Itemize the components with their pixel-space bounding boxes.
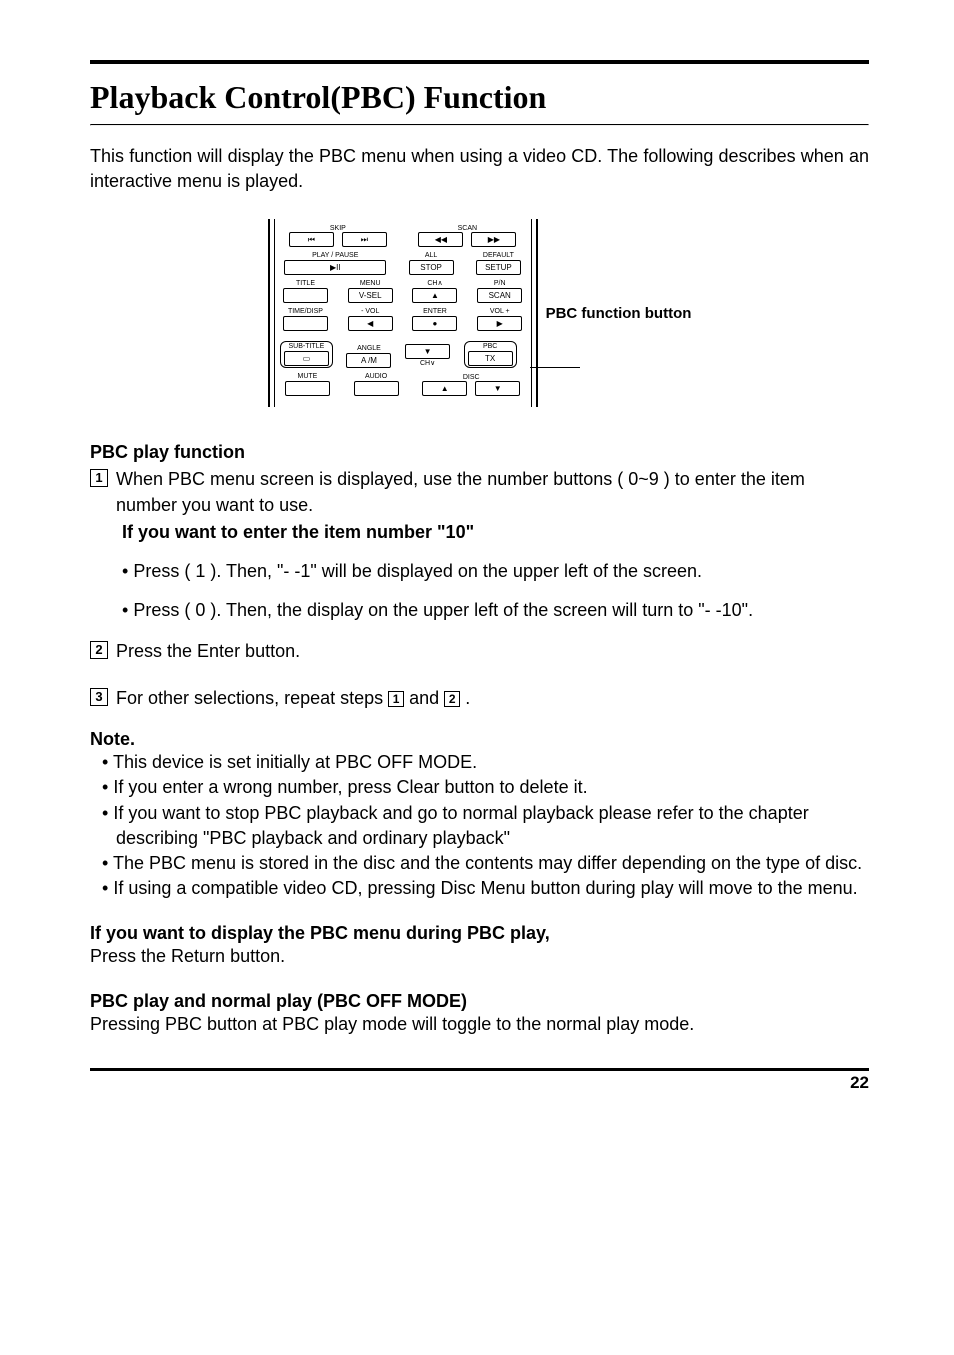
step-2: 2 Press the Enter button. <box>90 639 869 664</box>
audio-button <box>354 381 399 396</box>
subtitle-label: SUB-TITLE <box>288 343 324 350</box>
down-button: ▼ <box>405 344 450 359</box>
step-3-text: For other selections, repeat steps 1 and… <box>116 686 470 711</box>
page-title: Playback Control(PBC) Function <box>90 79 869 116</box>
enter-label: ENTER <box>423 308 447 315</box>
display-pbc-heading: If you want to display the PBC menu duri… <box>90 923 869 944</box>
stop-button: STOP <box>409 260 454 275</box>
up-button: ▲ <box>412 288 457 303</box>
right-button: ▶ <box>477 316 522 331</box>
disc-up-button: ▲ <box>422 381 467 396</box>
default-label: DEFAULT <box>483 252 514 259</box>
time-disp-button <box>283 316 328 331</box>
remote-body: SKIP ⏮ ⏭ SCAN ◀◀ ▶▶ PLAY / PAUSE ▶II AL <box>268 219 538 407</box>
note-list: This device is set initially at PBC OFF … <box>90 750 869 901</box>
title-button <box>283 288 328 303</box>
play-pause-label: PLAY / PAUSE <box>312 252 358 259</box>
step-3: 3 For other selections, repeat steps 1 a… <box>90 686 869 711</box>
disc-label: DISC <box>422 374 520 381</box>
mute-button <box>285 381 330 396</box>
step-1-text: When PBC menu screen is displayed, use t… <box>116 467 869 517</box>
enter-button: ● <box>412 316 457 331</box>
skip-prev-button: ⏮ <box>289 232 334 247</box>
pn-label: P/N <box>494 280 506 287</box>
ref-step-1: 1 <box>388 691 404 707</box>
step-1-bullet-2: Press ( 0 ). Then, the display on the up… <box>122 600 869 621</box>
note-item-1: This device is set initially at PBC OFF … <box>90 750 869 775</box>
scan-rev-button: ◀◀ <box>418 232 463 247</box>
step-1-bullet-1: Press ( 1 ). Then, "- -1" will be displa… <box>122 561 869 582</box>
setup-button: SETUP <box>476 260 521 275</box>
vsel-button: V-SEL <box>348 288 393 303</box>
footer-rule <box>90 1068 869 1071</box>
left-button: ◀ <box>348 316 393 331</box>
step-1-number: 1 <box>90 469 108 487</box>
time-disp-label: TIME/DISP <box>288 308 323 315</box>
audio-label: AUDIO <box>365 373 387 380</box>
am-button: A /M <box>346 353 391 368</box>
step-1-subheading: If you want to enter the item number "10… <box>122 522 869 543</box>
scan-group-label: SCAN <box>418 225 516 232</box>
step-2-text: Press the Enter button. <box>116 639 300 664</box>
step-3-number: 3 <box>90 688 108 706</box>
pbc-mode-heading: PBC play and normal play (PBC OFF MODE) <box>90 991 869 1012</box>
remote-diagram: SKIP ⏮ ⏭ SCAN ◀◀ ▶▶ PLAY / PAUSE ▶II AL <box>90 219 869 407</box>
vol-plus-label: VOL + <box>490 308 510 315</box>
ch-up-label: CH∧ <box>427 280 442 287</box>
note-item-4: The PBC menu is stored in the disc and t… <box>90 851 869 876</box>
display-pbc-text: Press the Return button. <box>90 944 869 969</box>
top-rule <box>90 60 869 64</box>
title-underline <box>90 124 869 126</box>
skip-group-label: SKIP <box>289 225 387 232</box>
vol-minus-label: - VOL <box>361 308 379 315</box>
skip-next-button: ⏭ <box>342 232 387 247</box>
scan-button: SCAN <box>477 288 522 303</box>
play-pause-button: ▶II <box>284 260 386 275</box>
step-1: 1 When PBC menu screen is displayed, use… <box>90 467 869 517</box>
angle-label: ANGLE <box>357 345 381 352</box>
tx-button: TX <box>468 351 513 366</box>
page-number: 22 <box>90 1073 869 1093</box>
scan-fwd-button: ▶▶ <box>471 232 516 247</box>
note-heading: Note. <box>90 729 869 750</box>
pbc-callout-label: PBC function button <box>546 305 692 322</box>
mute-label: MUTE <box>298 373 318 380</box>
intro-text: This function will display the PBC menu … <box>90 144 869 194</box>
note-item-5: If using a compatible video CD, pressing… <box>90 876 869 901</box>
ch-down-label: CH∨ <box>420 360 435 367</box>
ref-step-2: 2 <box>444 691 460 707</box>
pbc-label: PBC <box>483 343 497 350</box>
menu-label: MENU <box>360 280 381 287</box>
subtitle-button: ▭ <box>284 351 329 366</box>
pbc-mode-text: Pressing PBC button at PBC play mode wil… <box>90 1012 869 1037</box>
title-label: TITLE <box>296 280 315 287</box>
step-2-number: 2 <box>90 641 108 659</box>
disc-down-button: ▼ <box>475 381 520 396</box>
pbc-play-heading: PBC play function <box>90 442 869 463</box>
note-item-3: If you want to stop PBC playback and go … <box>90 801 869 851</box>
all-label: ALL <box>425 252 437 259</box>
note-item-2: If you enter a wrong number, press Clear… <box>90 775 869 800</box>
